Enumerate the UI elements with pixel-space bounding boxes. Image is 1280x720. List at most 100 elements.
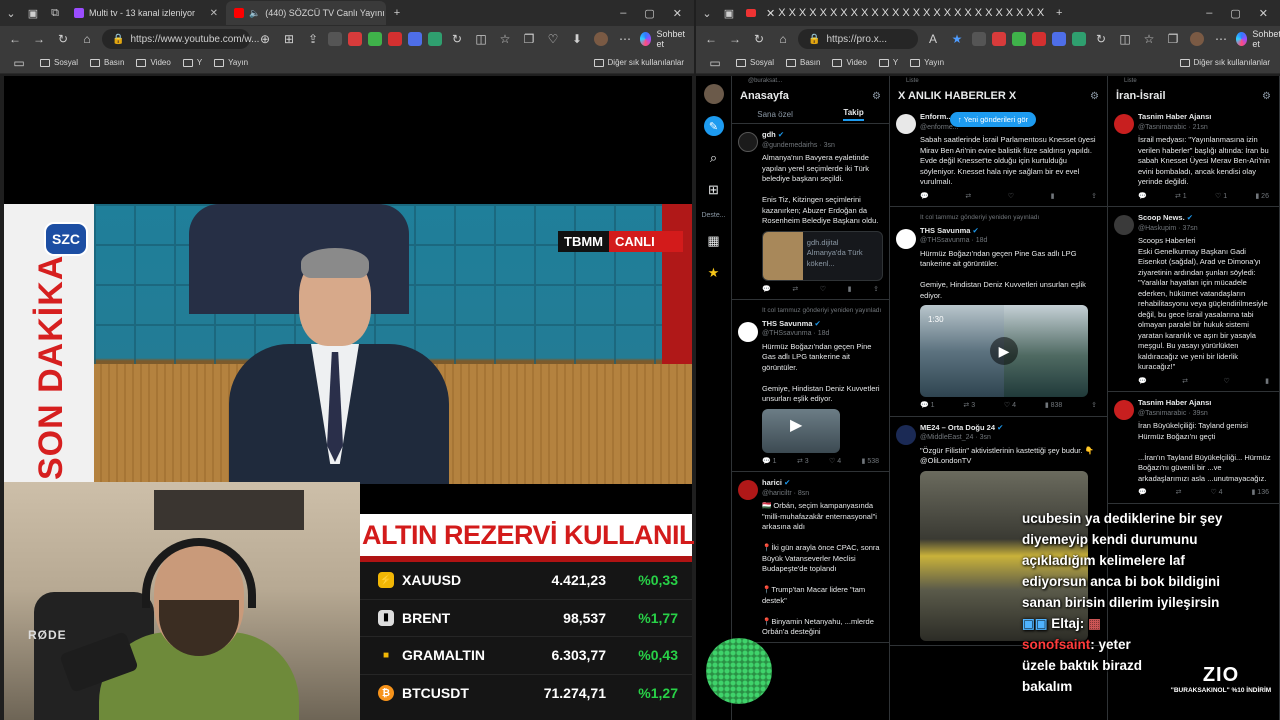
- views-icon[interactable]: ▮ 838: [1045, 401, 1062, 412]
- tab-youtube[interactable]: 🔈 (440) SÖZCÜ TV Canlı Yayını ✕: [226, 1, 386, 25]
- retweet-icon[interactable]: ⇄ 1: [1175, 192, 1187, 203]
- tweet[interactable]: harici ✔ @hariciltr · 8sn 🇭🇺 Orbán, seçi…: [732, 472, 889, 643]
- x-tab-icon[interactable]: X: [799, 7, 806, 19]
- reply-icon[interactable]: 💬: [762, 285, 771, 296]
- x-tab-icon[interactable]: X: [1026, 7, 1033, 19]
- x-tab-icon[interactable]: X: [923, 7, 930, 19]
- extension-icon[interactable]: [992, 32, 1006, 46]
- avatar[interactable]: [896, 424, 916, 445]
- x-tab-icon[interactable]: X: [871, 7, 878, 19]
- close-icon[interactable]: ✕: [210, 8, 218, 19]
- tab-following[interactable]: Takip: [843, 108, 864, 121]
- add-column-icon[interactable]: ⊞: [704, 180, 724, 200]
- avatar[interactable]: [738, 480, 758, 500]
- avatar[interactable]: [896, 114, 916, 134]
- minimize-icon[interactable]: –: [620, 7, 626, 20]
- tab-multitv[interactable]: Multi tv - 13 kanal izleniyor ✕: [66, 1, 226, 25]
- maximize-icon[interactable]: ▢: [644, 7, 654, 20]
- pinned-tabs[interactable]: ✕ X X X X X X X X X X X X X X X X X X X X X X X X X X: [762, 1, 1048, 25]
- bookmark-tab-icon[interactable]: ▭: [10, 54, 28, 72]
- views-icon[interactable]: ▮: [1265, 377, 1269, 388]
- bookmark-tab-icon[interactable]: ▭: [706, 54, 724, 72]
- video-player[interactable]: SZC SON DAKİKA TBMM CANLI RØDE ALTIN REZ…: [4, 76, 694, 720]
- x-tab-icon[interactable]: X: [789, 7, 796, 19]
- more-icon[interactable]: ⋯: [616, 30, 634, 48]
- tweet[interactable]: Scoop News. ✔ @Haskupim · 37sn Scoops Ha…: [1108, 207, 1279, 392]
- extension-icon[interactable]: [972, 32, 986, 46]
- speaker-icon[interactable]: 🔈: [249, 8, 260, 19]
- share-icon[interactable]: ⇪: [304, 30, 322, 48]
- x-tab-icon[interactable]: X: [1016, 7, 1023, 19]
- tab-actions-icon[interactable]: ⌄: [696, 2, 718, 24]
- tweet[interactable]: It col tammuz gönderiyi yeniden yayınlad…: [890, 207, 1107, 417]
- avatar[interactable]: [1114, 114, 1134, 134]
- bookmark-folder[interactable]: Basın: [90, 58, 124, 67]
- x-tab-icon[interactable]: X: [995, 7, 1002, 19]
- x-tab-icon[interactable]: X: [985, 7, 992, 19]
- x-tab-icon[interactable]: X: [933, 7, 940, 19]
- video-thumbnail[interactable]: ▶: [762, 408, 840, 453]
- home-icon[interactable]: ⌂: [78, 30, 96, 48]
- like-icon[interactable]: ♡: [820, 285, 826, 296]
- favorite-star-icon[interactable]: ★: [948, 30, 966, 48]
- x-tab-icon[interactable]: X: [913, 7, 920, 19]
- new-tab-icon[interactable]: +: [1048, 2, 1070, 24]
- back-icon[interactable]: ←: [702, 30, 720, 48]
- views-icon[interactable]: ▮ 136: [1252, 488, 1269, 499]
- settings-icon[interactable]: ⚙: [872, 91, 881, 102]
- cast-icon[interactable]: ⊕: [256, 30, 274, 48]
- close-window-icon[interactable]: ✕: [673, 7, 682, 20]
- forward-icon[interactable]: →: [726, 30, 744, 48]
- avatar[interactable]: [1114, 215, 1134, 235]
- retweet-icon[interactable]: ⇄ 3: [797, 457, 809, 468]
- reply-icon[interactable]: 💬: [1138, 377, 1147, 388]
- favorites-icon[interactable]: ☆: [1140, 30, 1158, 48]
- other-favorites[interactable]: Diğer sık kullanılanlar: [593, 58, 684, 67]
- split-screen-icon[interactable]: ◫: [1116, 30, 1134, 48]
- address-bar[interactable]: 🔒 https://www.youtube.com/w...: [102, 29, 259, 49]
- play-icon[interactable]: ▶: [790, 417, 802, 432]
- extension-icon[interactable]: [408, 32, 422, 46]
- play-icon[interactable]: ▶: [990, 337, 1018, 365]
- reply-icon[interactable]: 💬: [920, 192, 929, 203]
- collections-icon[interactable]: ❐: [1164, 30, 1182, 48]
- bookmark-folder[interactable]: Y: [878, 58, 898, 67]
- profile-avatar[interactable]: [1188, 30, 1206, 48]
- close-window-icon[interactable]: ✕: [1259, 7, 1268, 20]
- x-tab-icon[interactable]: X: [1006, 7, 1013, 19]
- tabs-icon[interactable]: ⊞: [280, 30, 298, 48]
- retweet-icon[interactable]: ⇄: [1176, 488, 1182, 499]
- extension-icon[interactable]: [368, 32, 382, 46]
- settings-icon[interactable]: ⚙: [1262, 91, 1271, 102]
- x-tab-icon[interactable]: X: [944, 7, 951, 19]
- maximize-icon[interactable]: ▢: [1230, 7, 1240, 20]
- retweet-icon[interactable]: ⇄: [792, 285, 798, 296]
- extension-icon[interactable]: [1072, 32, 1086, 46]
- bookmark-folder[interactable]: Basın: [786, 58, 820, 67]
- address-bar[interactable]: 🔒 https://pro.x...: [798, 29, 918, 49]
- extension-icon[interactable]: [1012, 32, 1026, 46]
- bookmark-folder[interactable]: Sosyal: [736, 58, 774, 67]
- settings-icon[interactable]: ⚙: [1090, 91, 1099, 102]
- reply-icon[interactable]: 💬 1: [920, 401, 935, 412]
- refresh-icon[interactable]: ↻: [750, 30, 768, 48]
- tweet[interactable]: Tasnim Haber Ajansı @Tasnimarabic · 21sn…: [1108, 106, 1279, 207]
- x-tab-icon[interactable]: X: [954, 7, 961, 19]
- bookmark-folder[interactable]: Yayın: [910, 58, 944, 67]
- new-posts-button[interactable]: ↑ Yeni gönderileri gör: [950, 112, 1037, 127]
- favorites-icon[interactable]: ☆: [496, 30, 514, 48]
- views-icon[interactable]: ▮: [1051, 192, 1055, 203]
- bookmark-folder[interactable]: Y: [182, 58, 202, 67]
- extension-icon[interactable]: [1032, 32, 1046, 46]
- share-icon[interactable]: ⇪: [1091, 192, 1097, 203]
- heart-icon[interactable]: ♡: [544, 30, 562, 48]
- extension-icon[interactable]: [1052, 32, 1066, 46]
- avatar[interactable]: [1114, 400, 1134, 420]
- tab-list-icon[interactable]: [740, 2, 762, 24]
- bookmark-folder[interactable]: Sosyal: [40, 58, 78, 67]
- reply-icon[interactable]: 💬 1: [762, 457, 777, 468]
- reply-icon[interactable]: 💬: [1138, 488, 1147, 499]
- extension-icon[interactable]: [388, 32, 402, 46]
- tab-for-you[interactable]: Sana özel: [757, 110, 793, 119]
- retweet-icon[interactable]: ⇄: [1182, 377, 1188, 388]
